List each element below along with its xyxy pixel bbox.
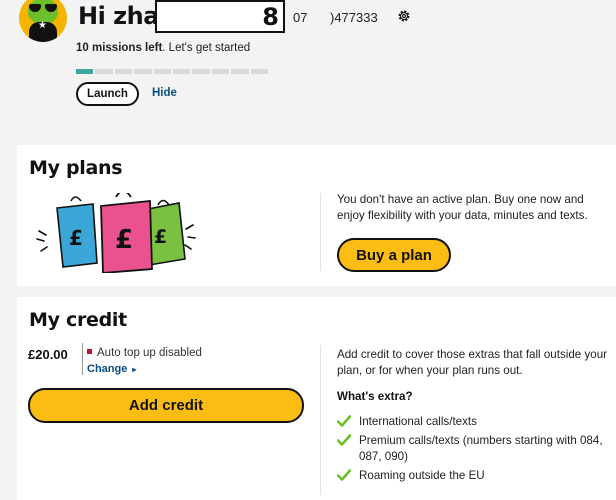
star-icon: ★	[38, 20, 47, 31]
credit-separator	[82, 343, 83, 375]
add-credit-button[interactable]: Add credit	[28, 388, 304, 423]
check-icon	[337, 434, 351, 446]
auto-topup-status: Auto top up disabled	[87, 347, 202, 359]
phone-number-prefix: 07	[293, 10, 308, 25]
progress-segment	[134, 69, 152, 74]
extras-item-label: International calls/texts	[359, 415, 477, 428]
progress-segment	[76, 69, 94, 74]
gear-icon[interactable]	[396, 8, 412, 24]
progress-segment	[95, 69, 113, 74]
extras-list-item: Premium calls/texts (numbers starting wi…	[337, 433, 616, 465]
credit-description: Add credit to cover those extras that fa…	[337, 348, 608, 377]
shopping-bags-illustration: £ £ £	[36, 193, 196, 273]
extras-item-label: Roaming outside the EU	[359, 469, 485, 482]
check-icon	[337, 415, 351, 427]
redacted-name: 8	[155, 0, 285, 33]
my-plans-card: My plans £ £ £ You don't have an active …	[17, 145, 616, 286]
hide-link[interactable]: Hide	[152, 87, 177, 99]
extras-list: International calls/texts Premium calls/t…	[337, 414, 616, 487]
progress-segment	[153, 69, 172, 74]
change-link-label: Change	[87, 363, 128, 375]
svg-text:£: £	[115, 225, 133, 255]
credit-balance: £20.00	[28, 347, 68, 362]
progress-segment	[173, 69, 191, 74]
account-header: ★ Hi zha 8 07 )477333 10 missions left. …	[0, 0, 616, 125]
avatar-glasses	[29, 4, 57, 12]
missions-count: 10 missions left	[76, 42, 163, 54]
avatar: ★	[19, 0, 67, 42]
extras-heading: What's extra?	[337, 390, 413, 403]
my-plans-title: My plans	[29, 157, 123, 179]
progress-segment	[114, 69, 133, 74]
progress-segment	[211, 69, 230, 74]
progress-segment	[231, 69, 249, 74]
check-icon	[337, 469, 351, 481]
missions-progress-bar	[76, 69, 269, 74]
phone-number: )477333	[330, 10, 378, 25]
redacted-name-suffix: 8	[262, 3, 279, 31]
progress-segment	[192, 69, 210, 74]
extras-list-item: Roaming outside the EU	[337, 468, 616, 484]
missions-status: 10 missions left. Let's get started	[76, 42, 250, 54]
credit-divider	[320, 345, 321, 495]
extras-item-label: Premium calls/texts (numbers starting wi…	[359, 434, 603, 463]
missions-suffix: . Let's get started	[162, 42, 251, 54]
buy-a-plan-button[interactable]: Buy a plan	[337, 238, 451, 272]
launch-button[interactable]: Launch	[76, 82, 139, 106]
progress-segment	[250, 69, 269, 74]
plans-divider	[320, 193, 321, 271]
my-credit-card: My credit £20.00 Auto top up disabled Ch…	[17, 297, 616, 500]
svg-text:£: £	[69, 226, 83, 250]
plans-description: You don't have an active plan. Buy one n…	[337, 193, 588, 222]
extras-list-item: International calls/texts	[337, 414, 616, 430]
caret-right-icon: ▸	[132, 365, 137, 374]
change-topup-link[interactable]: Change ▸	[87, 363, 136, 375]
svg-text:£: £	[154, 226, 167, 248]
auto-topup-label: Auto top up disabled	[97, 347, 202, 359]
status-dot-icon	[87, 349, 92, 355]
my-credit-title: My credit	[29, 309, 127, 331]
greeting-title: Hi zha	[78, 2, 159, 30]
